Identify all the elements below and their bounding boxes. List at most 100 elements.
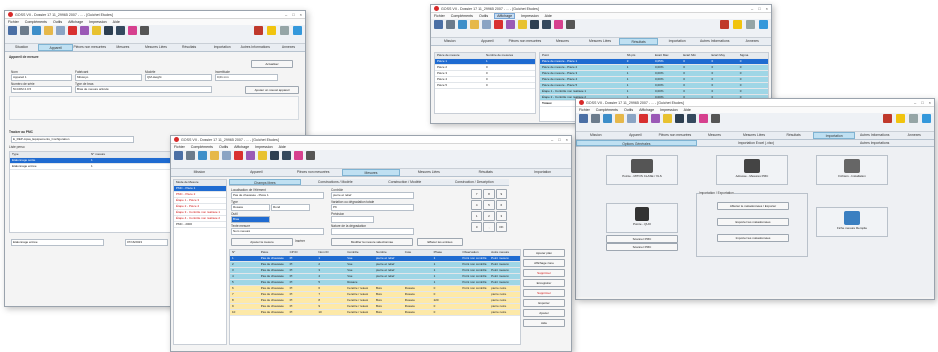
tb-folder[interactable]: [209, 151, 220, 167]
tab-mesures[interactable]: Mesures: [544, 38, 582, 45]
tb-grid[interactable]: [674, 114, 685, 130]
field-type[interactable]: Rosace: [231, 204, 270, 211]
tb-doc[interactable]: [758, 20, 769, 36]
field-fabricant[interactable]: Mitutoyo: [75, 74, 142, 81]
tab-annexes[interactable]: Annexes: [272, 44, 305, 51]
tab-importation[interactable]: Importation: [206, 44, 239, 51]
tb-barcode[interactable]: [305, 151, 316, 167]
tab-resultats[interactable]: Résultats: [618, 38, 659, 45]
key-1[interactable]: 1: [471, 211, 483, 221]
menu-affichage[interactable]: Affichage: [68, 20, 83, 24]
field-variation[interactable]: PK: [331, 204, 414, 211]
tb-photo[interactable]: [457, 20, 468, 36]
tb-print[interactable]: [185, 151, 196, 167]
tab-situation[interactable]: Situation: [5, 44, 38, 51]
help-button[interactable]: Aide: [523, 319, 565, 327]
window-controls[interactable]: – □ ×: [285, 12, 302, 17]
tb-person[interactable]: [745, 20, 756, 36]
close-icon[interactable]: ×: [929, 100, 931, 105]
menu-fichier[interactable]: Fichier: [8, 20, 19, 24]
affect-metadata-button[interactable]: Affecter le métadonnées / Exporter: [717, 202, 789, 210]
menu-outils[interactable]: Outils: [624, 108, 633, 112]
tab-importation[interactable]: Importation: [658, 38, 696, 45]
field-localisation[interactable]: Pas de chaussée - Pièce 1: [231, 192, 324, 199]
tb-save[interactable]: [578, 114, 589, 130]
tb-warning[interactable]: [266, 26, 277, 42]
delete-button-2[interactable]: Supprimer: [523, 289, 565, 297]
clear-entries-button[interactable]: Effacer les entrées: [417, 238, 463, 246]
tb-photo[interactable]: [602, 114, 613, 130]
save-button[interactable]: Enregistrer: [523, 279, 565, 287]
key-9[interactable]: 9: [495, 189, 507, 199]
tab-pieces[interactable]: Pièces non mesurées: [655, 132, 695, 139]
menu-fichier[interactable]: Fichier: [434, 14, 445, 18]
field-type-bras[interactable]: Bras de mesure articulé: [75, 86, 212, 93]
tb-compare[interactable]: [115, 26, 126, 42]
menu-outils[interactable]: Outils: [53, 20, 62, 24]
import-metadata-button[interactable]: Importer les métadonnées: [717, 234, 789, 242]
close-icon[interactable]: ×: [300, 12, 302, 17]
tb-chart[interactable]: [517, 20, 528, 36]
tab-resultats[interactable]: Résultats: [774, 132, 814, 139]
key-5[interactable]: 5: [483, 200, 495, 210]
tb-warning[interactable]: [732, 20, 743, 36]
tab-autres[interactable]: Autres Informations: [696, 38, 734, 45]
tb-folder[interactable]: [43, 26, 54, 42]
tb-map[interactable]: [698, 114, 709, 130]
tb-edit[interactable]: [650, 114, 661, 130]
menu-aide[interactable]: Aide: [113, 20, 120, 24]
field-nom[interactable]: Appareil 1: [11, 74, 72, 81]
tb-chart[interactable]: [662, 114, 673, 130]
tab-appareil[interactable]: Appareil: [228, 169, 285, 176]
minimize-icon[interactable]: –: [751, 6, 753, 11]
table-row[interactable]: 10 Pas de chaussée Pl 10 Fenêtre / relevé Boi…: [230, 310, 520, 316]
export-button[interactable]: Exporter: [523, 299, 565, 307]
key-0[interactable]: 0: [471, 222, 483, 232]
field-precision[interactable]: [331, 216, 374, 223]
table-row[interactable]: Pièce 5 0: [435, 83, 535, 89]
key-comma[interactable]: ,: [483, 222, 495, 232]
modify-measure-button[interactable]: Modifier la mesure sélectionnée: [331, 238, 413, 246]
tb-compare[interactable]: [281, 151, 292, 167]
tb-person[interactable]: [908, 114, 919, 130]
menu-complements[interactable]: Compléments: [25, 20, 47, 24]
tab-mesures-liees[interactable]: Mesures Liées: [734, 132, 774, 139]
subtab-description[interactable]: Construction / Description: [440, 179, 510, 185]
tb-doc[interactable]: [292, 26, 303, 42]
menu-complements[interactable]: Compléments: [191, 145, 213, 149]
tab-appareil[interactable]: Appareil: [469, 38, 507, 45]
add-measure-button[interactable]: Ajouter la mesure: [231, 238, 293, 246]
tb-user[interactable]: [719, 20, 730, 36]
tb-photo[interactable]: [31, 26, 42, 42]
tb-print[interactable]: [445, 20, 456, 36]
tb-save[interactable]: [7, 26, 18, 42]
tb-barcode[interactable]: [710, 114, 721, 130]
tb-chart[interactable]: [91, 26, 102, 42]
tab-mission[interactable]: Mission: [171, 169, 228, 176]
tb-warning[interactable]: [895, 114, 906, 130]
menu-outils[interactable]: Outils: [479, 14, 488, 18]
tb-edit[interactable]: [79, 26, 90, 42]
tb-export[interactable]: [626, 114, 637, 130]
bottom-date[interactable]: 07/16/2023: [125, 239, 168, 246]
tb-barcode[interactable]: [565, 20, 576, 36]
export-metadata-button[interactable]: Exporter les métadonnées: [717, 218, 789, 226]
import-tile-quo[interactable]: Pointe - QUO: [606, 203, 678, 233]
tb-grid[interactable]: [529, 20, 540, 36]
scanner-pmc-button[interactable]: Scanner PMC: [606, 235, 678, 243]
tb-edit[interactable]: [245, 151, 256, 167]
maximize-icon[interactable]: □: [558, 137, 560, 142]
tb-stop[interactable]: [638, 114, 649, 130]
window-controls[interactable]: – □ ×: [914, 100, 931, 105]
tb-export[interactable]: [221, 151, 232, 167]
import-tile-adresse[interactable]: Adresse - Mesures PMC: [716, 155, 788, 185]
field-texte-mesure[interactable]: Nom mesuré: [231, 228, 324, 235]
menu-aide[interactable]: Aide: [279, 145, 286, 149]
tab-mission[interactable]: Mission: [431, 38, 469, 45]
tb-grid[interactable]: [269, 151, 280, 167]
tb-person[interactable]: [279, 26, 290, 42]
delete-button[interactable]: Supprimer: [523, 269, 565, 277]
tb-grid[interactable]: [103, 26, 114, 42]
menu-aide[interactable]: Aide: [545, 14, 552, 18]
tab-autres[interactable]: Autres Informations: [239, 44, 272, 51]
